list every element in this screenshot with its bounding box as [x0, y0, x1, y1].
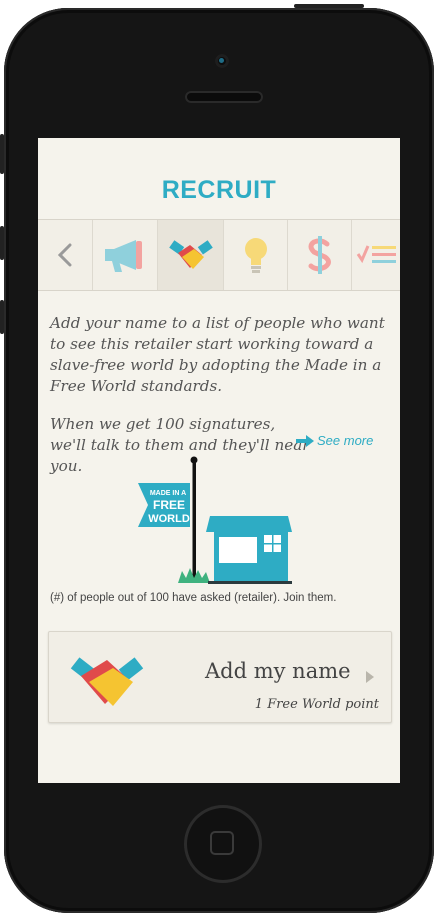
megaphone-icon: [105, 240, 142, 272]
signature-count-text: (#) of people out of 100 have asked (ret…: [50, 592, 337, 604]
back-button[interactable]: [38, 220, 92, 290]
tab-megaphone[interactable]: [92, 220, 157, 290]
add-my-name-button[interactable]: Add my name 1 Free World point: [48, 631, 392, 723]
tab-dollar[interactable]: [287, 220, 351, 290]
handshake-icon: [168, 240, 213, 269]
points-label: 1 Free World point: [254, 697, 379, 712]
tab-checklist[interactable]: [351, 220, 400, 290]
home-button[interactable]: [184, 805, 262, 883]
flag-text-line1: MADE IN A: [150, 490, 186, 497]
volume-up-button: [0, 226, 4, 260]
checklist-icon: [356, 245, 396, 264]
description-paragraph: Add your name to a list of people who wa…: [50, 314, 385, 395]
front-camera: [215, 54, 229, 68]
dollar-icon: [308, 236, 331, 274]
flag-text-line2: FREE: [153, 498, 185, 512]
chevron-left-icon: [57, 243, 72, 267]
handshake-icon: [70, 657, 144, 706]
store-illustration: MADE IN A FREE WORLD: [138, 454, 298, 590]
page-title: RECRUIT: [161, 176, 277, 204]
see-more-link[interactable]: See more: [296, 433, 373, 448]
power-button: [294, 4, 364, 8]
chevron-right-icon: [366, 671, 374, 683]
volume-down-button: [0, 300, 4, 334]
category-icon-bar: [38, 219, 400, 291]
lightbulb-icon: [244, 238, 267, 273]
arrow-right-icon: [296, 434, 314, 447]
flag-text-line3: WORLD: [148, 513, 190, 525]
app-screen: RECRUIT Add your name to a list of peopl…: [38, 138, 400, 783]
see-more-label: See more: [317, 433, 374, 448]
mute-switch: [0, 134, 4, 174]
tab-handshake[interactable]: [157, 220, 223, 290]
add-my-name-label: Add my name: [205, 659, 351, 683]
earpiece-speaker: [185, 91, 263, 103]
tab-lightbulb[interactable]: [223, 220, 287, 290]
